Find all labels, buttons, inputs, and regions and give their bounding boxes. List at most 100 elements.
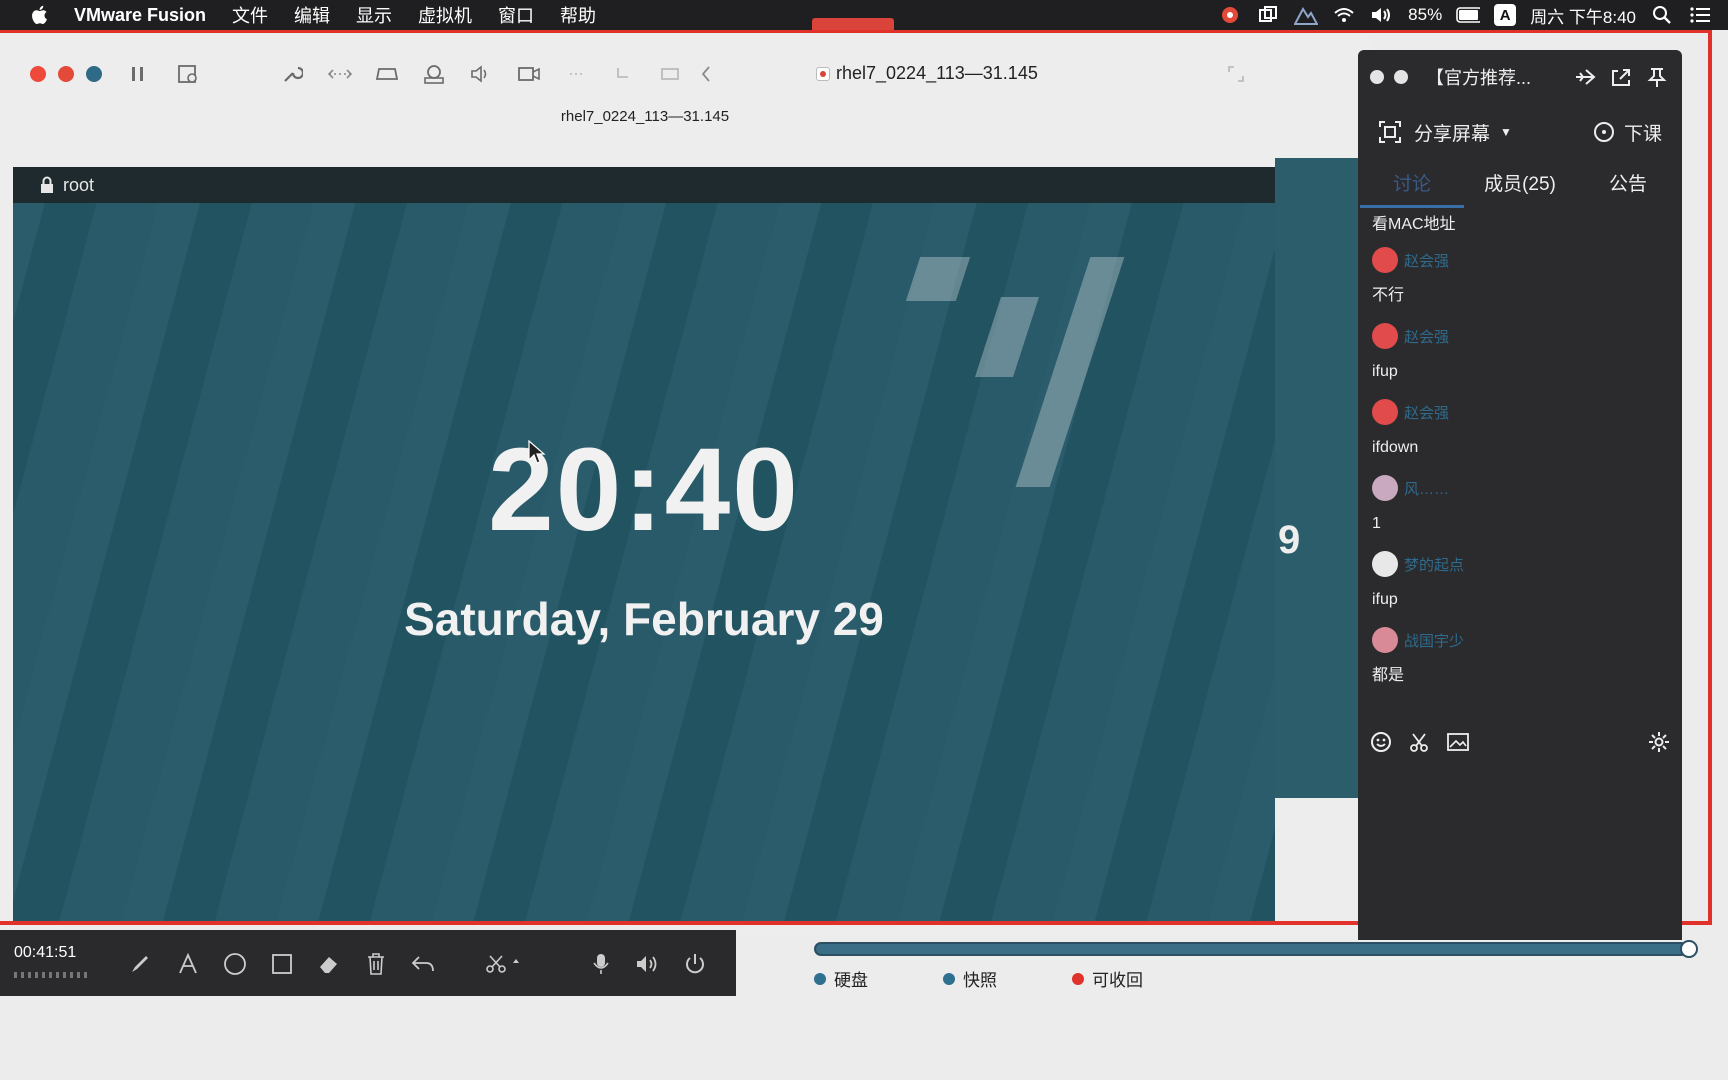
camera-icon[interactable]	[515, 60, 543, 88]
avatar[interactable]	[1372, 551, 1398, 577]
network-adapter-icon[interactable]	[326, 60, 354, 88]
chat-username[interactable]: 战国宇少	[1404, 630, 1464, 651]
window-switch-icon[interactable]	[1256, 3, 1280, 27]
tab-members[interactable]: 成员(25)	[1466, 169, 1574, 196]
brush-icon[interactable]	[126, 950, 154, 978]
legend-label: 快照	[963, 971, 997, 990]
ellipse-tool-icon[interactable]	[221, 950, 249, 978]
recording-indicator	[812, 18, 894, 30]
chat-input-toolbar	[1358, 722, 1682, 762]
vm-title-text: rhel7_0224_113—31.145	[836, 63, 1038, 83]
vm-status-icon	[816, 66, 830, 81]
pin-icon[interactable]	[1644, 64, 1670, 90]
wifi-icon[interactable]	[1332, 3, 1356, 27]
chevron-left-icon[interactable]	[692, 60, 720, 88]
end-class-icon[interactable]	[1592, 120, 1616, 144]
chat-message: 赵会强 ifdown	[1358, 396, 1682, 472]
menu-view[interactable]: 显示	[356, 2, 392, 28]
storage-usage-bar	[814, 942, 1688, 956]
bluetooth-icon[interactable]	[562, 60, 590, 88]
rectangle-tool-icon[interactable]	[268, 950, 296, 978]
menu-edit[interactable]: 编辑	[294, 2, 330, 28]
mountain-icon[interactable]	[1294, 3, 1319, 27]
avatar[interactable]	[1372, 323, 1398, 349]
microphone-icon[interactable]	[587, 950, 615, 978]
chat-message: 战国宇少 都是	[1358, 624, 1682, 700]
spotlight-search-icon[interactable]	[1650, 3, 1674, 27]
audio-level-meter	[14, 972, 90, 978]
menu-window[interactable]: 窗口	[498, 2, 534, 28]
volume-icon[interactable]	[1370, 3, 1394, 27]
panel-tabs: 讨论 成员(25) 公告	[1358, 160, 1682, 208]
legend-dot	[943, 972, 955, 985]
share-out-icon[interactable]	[1608, 64, 1634, 90]
minimize-window-button[interactable]	[58, 66, 74, 82]
text-tool-icon[interactable]	[174, 950, 202, 978]
chat-message-text: ifup	[1372, 363, 1398, 380]
vm-window-title: rhel7_0224_113—31.145	[816, 63, 1038, 84]
printer-icon[interactable]	[656, 60, 684, 88]
settings-wrench-icon[interactable]	[278, 60, 306, 88]
eraser-icon[interactable]	[315, 950, 343, 978]
cut-tool-icon[interactable]	[484, 950, 524, 978]
battery-icon[interactable]	[1456, 3, 1481, 27]
wallpaper-shard	[975, 297, 1039, 377]
guest-user-label: root	[63, 174, 95, 195]
chat-username[interactable]: 赵会强	[1404, 250, 1449, 271]
chat-message-text: ifdown	[1372, 439, 1419, 456]
chat-username[interactable]: 赵会强	[1404, 326, 1449, 347]
chat-username[interactable]: 风……	[1404, 478, 1449, 499]
avatar[interactable]	[1372, 627, 1398, 653]
avatar[interactable]	[1372, 399, 1398, 425]
panel-header: 【官方推荐...	[1358, 50, 1682, 104]
panel-close-button[interactable]	[1370, 70, 1384, 84]
power-icon[interactable]	[681, 950, 709, 978]
share-dropdown-icon[interactable]: ▼	[1500, 125, 1512, 139]
airplane-icon[interactable]	[1572, 64, 1598, 90]
menu-file[interactable]: 文件	[232, 2, 268, 28]
legend-label: 硬盘	[834, 971, 868, 990]
avatar[interactable]	[1372, 475, 1398, 501]
usb-icon[interactable]	[609, 60, 637, 88]
hard-disk-icon[interactable]	[373, 60, 401, 88]
guest-lock-screen[interactable]: root 20:40 Saturday, February 29	[13, 167, 1275, 922]
fullscreen-icon[interactable]	[1222, 60, 1250, 88]
apple-icon[interactable]	[28, 3, 52, 27]
sound-card-icon[interactable]	[467, 60, 495, 88]
menubar-clock[interactable]: 周六 下午8:40	[1530, 3, 1636, 28]
close-window-button[interactable]	[30, 66, 46, 82]
undo-icon[interactable]	[409, 950, 437, 978]
notification-center-icon[interactable]	[1688, 3, 1712, 27]
lock-icon	[41, 176, 53, 193]
menu-vm[interactable]: 虚拟机	[418, 2, 472, 28]
end-class-button[interactable]: 下课	[1624, 119, 1662, 146]
trash-icon[interactable]	[362, 950, 390, 978]
menu-help[interactable]: 帮助	[560, 2, 596, 28]
screenshot-scissors-icon[interactable]	[1408, 731, 1430, 753]
tab-discussion[interactable]: 讨论	[1358, 169, 1466, 196]
menu-app-name[interactable]: VMware Fusion	[74, 5, 206, 26]
tab-announcement[interactable]: 公告	[1574, 169, 1682, 196]
screen-share-icon[interactable]	[1378, 120, 1402, 144]
snapshot-icon[interactable]	[174, 60, 202, 88]
suspend-icon[interactable]	[124, 60, 152, 88]
emoji-icon[interactable]	[1370, 731, 1392, 753]
image-icon[interactable]	[1446, 732, 1470, 752]
chat-message-list[interactable]: 看MAC地址 赵会强 不行 赵会强 ifup 赵会强 ifdown 风…… 1 …	[1358, 208, 1682, 718]
speaker-icon[interactable]	[634, 950, 662, 978]
panel-minimize-button[interactable]	[1394, 70, 1408, 84]
share-screen-button[interactable]: 分享屏幕	[1414, 119, 1490, 146]
chat-message-text: 1	[1372, 515, 1381, 532]
chat-username[interactable]: 梦的起点	[1404, 554, 1464, 575]
input-method-indicator[interactable]: A	[1494, 4, 1517, 26]
wallpaper-shard	[905, 257, 971, 301]
chat-message-text: 看MAC地址	[1372, 216, 1456, 233]
refresh-icon[interactable]	[1680, 940, 1698, 958]
chat-username[interactable]: 赵会强	[1404, 402, 1449, 423]
app-status-icon[interactable]	[1218, 3, 1242, 27]
lock-screen-date: Saturday, February 29	[404, 593, 884, 645]
cd-drive-icon[interactable]	[420, 60, 448, 88]
zoom-window-button[interactable]	[86, 66, 102, 82]
settings-gear-icon[interactable]	[1648, 731, 1670, 753]
avatar[interactable]	[1372, 247, 1398, 273]
